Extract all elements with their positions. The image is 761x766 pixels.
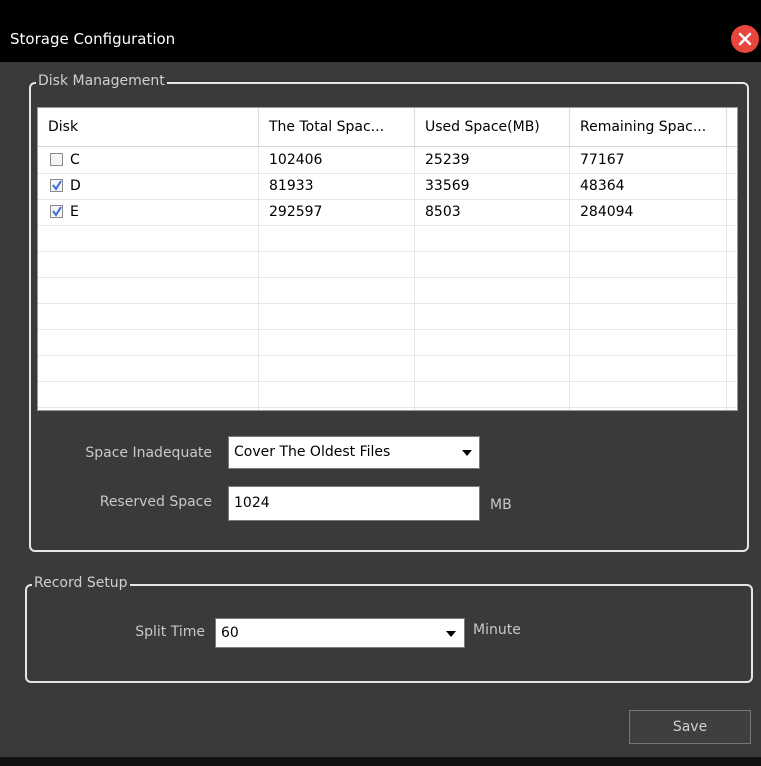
empty-cell bbox=[259, 251, 415, 277]
empty-cell bbox=[38, 329, 259, 355]
used-space-cell: 33569 bbox=[415, 173, 570, 199]
check-icon bbox=[52, 206, 62, 217]
table-header: Disk The Total Spac... Used Space(MB) Re… bbox=[38, 108, 737, 147]
disk-name: D bbox=[70, 178, 81, 194]
empty-table-row bbox=[38, 407, 737, 410]
used-space-cell: 25239 bbox=[415, 147, 570, 173]
empty-cell bbox=[570, 329, 727, 355]
record-setup-label: Record Setup bbox=[32, 575, 130, 591]
space-inadequate-select[interactable]: Cover The Oldest Files bbox=[228, 436, 480, 469]
table-row[interactable]: D 81933 33569 48364 bbox=[38, 173, 737, 200]
space-inadequate-value: Cover The Oldest Files bbox=[234, 444, 391, 460]
bottom-bar bbox=[0, 757, 761, 766]
disk-management-label: Disk Management bbox=[36, 73, 167, 89]
empty-cell bbox=[415, 381, 570, 407]
empty-table-row bbox=[38, 355, 737, 382]
empty-cell bbox=[259, 381, 415, 407]
total-space-cell: 102406 bbox=[259, 147, 415, 173]
empty-cell bbox=[259, 225, 415, 251]
close-icon bbox=[738, 32, 752, 46]
reserved-space-input[interactable]: 1024 bbox=[228, 486, 480, 521]
table-row[interactable]: E 292597 8503 284094 bbox=[38, 199, 737, 226]
empty-cell bbox=[415, 329, 570, 355]
remaining-space-cell: 284094 bbox=[570, 199, 727, 225]
reserved-space-label: Reserved Space bbox=[99, 494, 212, 510]
empty-cell bbox=[38, 277, 259, 303]
disk-table: Disk The Total Spac... Used Space(MB) Re… bbox=[37, 107, 738, 411]
total-space-cell: 81933 bbox=[259, 173, 415, 199]
empty-cell bbox=[415, 303, 570, 329]
empty-cell bbox=[570, 277, 727, 303]
column-header-total-space[interactable]: The Total Spac... bbox=[259, 108, 415, 146]
empty-cell bbox=[570, 355, 727, 381]
empty-cell bbox=[259, 355, 415, 381]
window-title: Storage Configuration bbox=[10, 30, 176, 48]
title-bar: Storage Configuration bbox=[0, 0, 761, 62]
empty-cell bbox=[570, 407, 727, 410]
empty-cell bbox=[38, 225, 259, 251]
remaining-space-cell: 48364 bbox=[570, 173, 727, 199]
empty-cell bbox=[415, 355, 570, 381]
empty-cell bbox=[570, 303, 727, 329]
empty-cell bbox=[38, 251, 259, 277]
empty-table-row bbox=[38, 277, 737, 304]
empty-cell bbox=[415, 407, 570, 410]
split-time-value: 60 bbox=[221, 625, 239, 641]
disk-checkbox[interactable] bbox=[50, 179, 63, 192]
chevron-down-icon bbox=[462, 450, 472, 456]
check-icon bbox=[52, 180, 62, 191]
column-header-used-space[interactable]: Used Space(MB) bbox=[415, 108, 570, 146]
empty-cell bbox=[415, 251, 570, 277]
column-header-disk[interactable]: Disk bbox=[38, 108, 259, 146]
empty-cell bbox=[259, 329, 415, 355]
empty-cell bbox=[38, 303, 259, 329]
split-time-select[interactable]: 60 bbox=[215, 618, 465, 648]
empty-cell bbox=[570, 381, 727, 407]
disk-name: E bbox=[70, 204, 79, 220]
empty-table-row bbox=[38, 303, 737, 330]
empty-cell bbox=[570, 251, 727, 277]
reserved-space-unit: MB bbox=[490, 497, 512, 513]
save-button[interactable]: Save bbox=[629, 710, 751, 744]
empty-table-row bbox=[38, 225, 737, 252]
empty-table-row bbox=[38, 381, 737, 408]
storage-config-dialog: Storage Configuration Disk Management Di… bbox=[0, 0, 761, 766]
empty-cell bbox=[259, 407, 415, 410]
empty-cell bbox=[415, 277, 570, 303]
empty-cell bbox=[415, 225, 570, 251]
disk-cell: C bbox=[38, 147, 259, 173]
disk-name: C bbox=[70, 152, 80, 168]
empty-cell bbox=[38, 407, 259, 410]
disk-checkbox[interactable] bbox=[50, 153, 63, 166]
disk-cell: E bbox=[38, 199, 259, 225]
used-space-cell: 8503 bbox=[415, 199, 570, 225]
empty-cell bbox=[570, 225, 727, 251]
empty-cell bbox=[38, 355, 259, 381]
empty-table-row bbox=[38, 329, 737, 356]
empty-table-row bbox=[38, 251, 737, 278]
empty-cell bbox=[38, 381, 259, 407]
empty-cell bbox=[259, 303, 415, 329]
close-button[interactable] bbox=[731, 25, 759, 53]
table-row[interactable]: C 102406 25239 77167 bbox=[38, 147, 737, 174]
total-space-cell: 292597 bbox=[259, 199, 415, 225]
split-time-label: Split Time bbox=[135, 624, 205, 640]
column-header-remaining-space[interactable]: Remaining Spac... bbox=[570, 108, 727, 146]
remaining-space-cell: 77167 bbox=[570, 147, 727, 173]
disk-cell: D bbox=[38, 173, 259, 199]
space-inadequate-label: Space Inadequate bbox=[85, 445, 212, 461]
split-time-unit: Minute bbox=[473, 622, 521, 638]
empty-cell bbox=[259, 277, 415, 303]
disk-checkbox[interactable] bbox=[50, 205, 63, 218]
chevron-down-icon bbox=[446, 631, 456, 637]
